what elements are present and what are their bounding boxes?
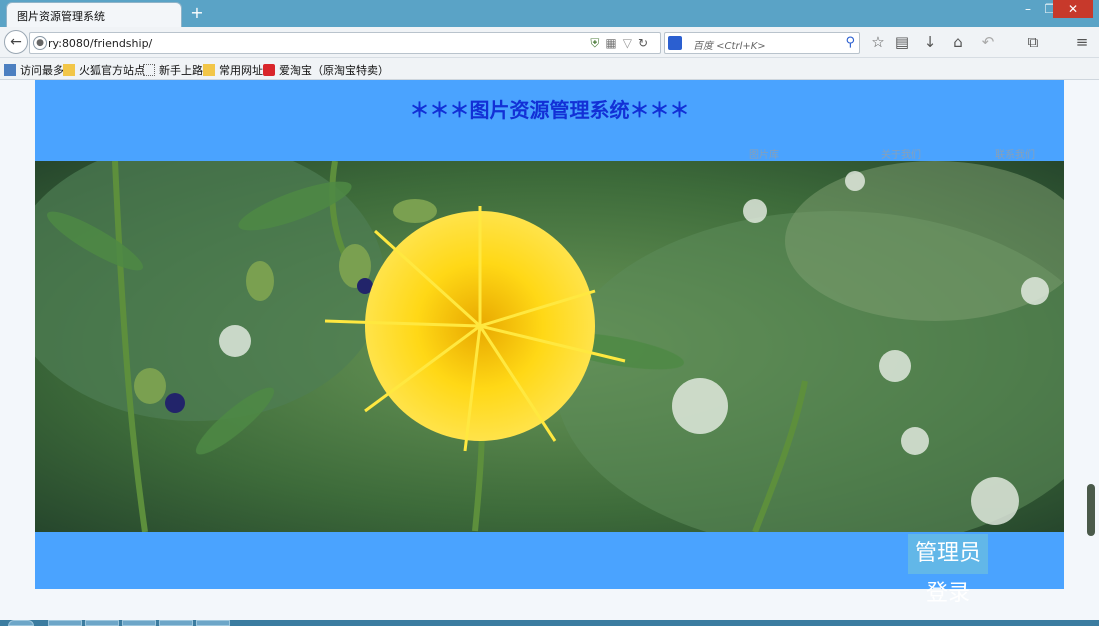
folder-icon [203,64,215,76]
browser-tab[interactable]: 图片资源管理系统 [6,2,182,27]
banner-image [35,161,1064,532]
address-bar[interactable]: ● ry:8080/friendship/ ⛨▦▽↻ [29,32,661,54]
arrow-left-icon: ← [10,34,22,50]
undo-icon[interactable]: ↶ [978,33,998,51]
browser-titlebar: 图片资源管理系统 + – ❐ ✕ [0,0,1099,27]
bookmarks-toolbar: 访问最多 火狐官方站点 新手上路 常用网址 爱淘宝（原淘宝特卖） [0,58,1099,80]
bookmark-item[interactable]: 火狐官方站点 [63,62,145,78]
site-header: ＊＊＊图片资源管理系统＊＊＊ 图片库 关于我们 联系我们 [35,80,1064,161]
new-tab-button[interactable]: + [189,4,205,22]
taobao-icon [263,64,275,76]
site-footer: 管理员登录 [35,532,1064,606]
bookmark-item[interactable]: 新手上路 [143,62,203,78]
taskbar-app[interactable] [196,620,230,626]
bookmark-label: 爱淘宝（原淘宝特卖） [279,64,389,77]
star-icon[interactable]: ☆ [868,33,888,51]
minimize-button[interactable]: – [1017,0,1039,18]
dandelion-photo [35,161,1064,532]
bookmark-label: 火狐官方站点 [79,64,145,77]
admin-login-button[interactable]: 管理员登录 [908,534,988,606]
bookmark-label: 新手上路 [159,64,203,77]
url-text[interactable]: ry:8080/friendship/ [48,37,152,50]
home-icon[interactable]: ⌂ [948,33,968,51]
clipboard-icon[interactable]: ▤ [892,33,912,51]
bookmark-page-icon [4,64,16,76]
close-window-button[interactable]: ✕ [1053,0,1093,18]
start-button[interactable] [8,620,34,626]
nav-link-gallery[interactable]: 图片库 [749,146,779,161]
taskbar-app[interactable] [48,620,82,626]
url-actions: ⛨▦▽↻ [590,36,654,51]
bookmark-item[interactable]: 访问最多 [4,62,64,78]
nav-link-contact[interactable]: 联系我们 [995,146,1035,161]
search-icon[interactable]: ⚲ [845,35,855,50]
page-viewport: ＊＊＊图片资源管理系统＊＊＊ 图片库 关于我们 联系我们 管理员登录 [0,80,1099,620]
taskbar-app[interactable] [122,620,156,626]
crop-icon[interactable]: ⧉ [1023,33,1043,51]
page-title: ＊＊＊图片资源管理系统＊＊＊ [409,98,690,122]
dropdown-icon[interactable]: ▽ [623,36,638,50]
bookmark-label: 常用网址 [219,64,263,77]
dotted-page-icon [143,64,155,76]
folder-icon [63,64,75,76]
search-engine-icon[interactable] [668,36,682,50]
nav-link-about[interactable]: 关于我们 [881,146,921,161]
bookmark-label: 访问最多 [20,64,64,77]
scrollbar-thumb[interactable] [1087,484,1095,536]
bookmark-item[interactable]: 爱淘宝（原淘宝特卖） [263,62,389,78]
site-identity-icon[interactable]: ● [33,36,47,50]
shield-icon[interactable]: ⛨ [590,36,605,50]
search-bar[interactable]: 百度 <Ctrl+K> ⚲ [664,32,860,54]
menu-icon[interactable]: ≡ [1072,33,1092,51]
taskbar-app[interactable] [159,620,193,626]
back-button[interactable]: ← [4,30,28,54]
taskbar-app[interactable] [85,620,119,626]
bookmark-item[interactable]: 常用网址 [203,62,263,78]
reload-icon[interactable]: ↻ [638,36,654,50]
download-icon[interactable]: ↓ [920,33,940,51]
search-placeholder: 百度 <Ctrl+K> [693,41,766,52]
tab-title: 图片资源管理系统 [17,10,105,23]
qr-code-icon[interactable]: ▦ [605,36,622,50]
